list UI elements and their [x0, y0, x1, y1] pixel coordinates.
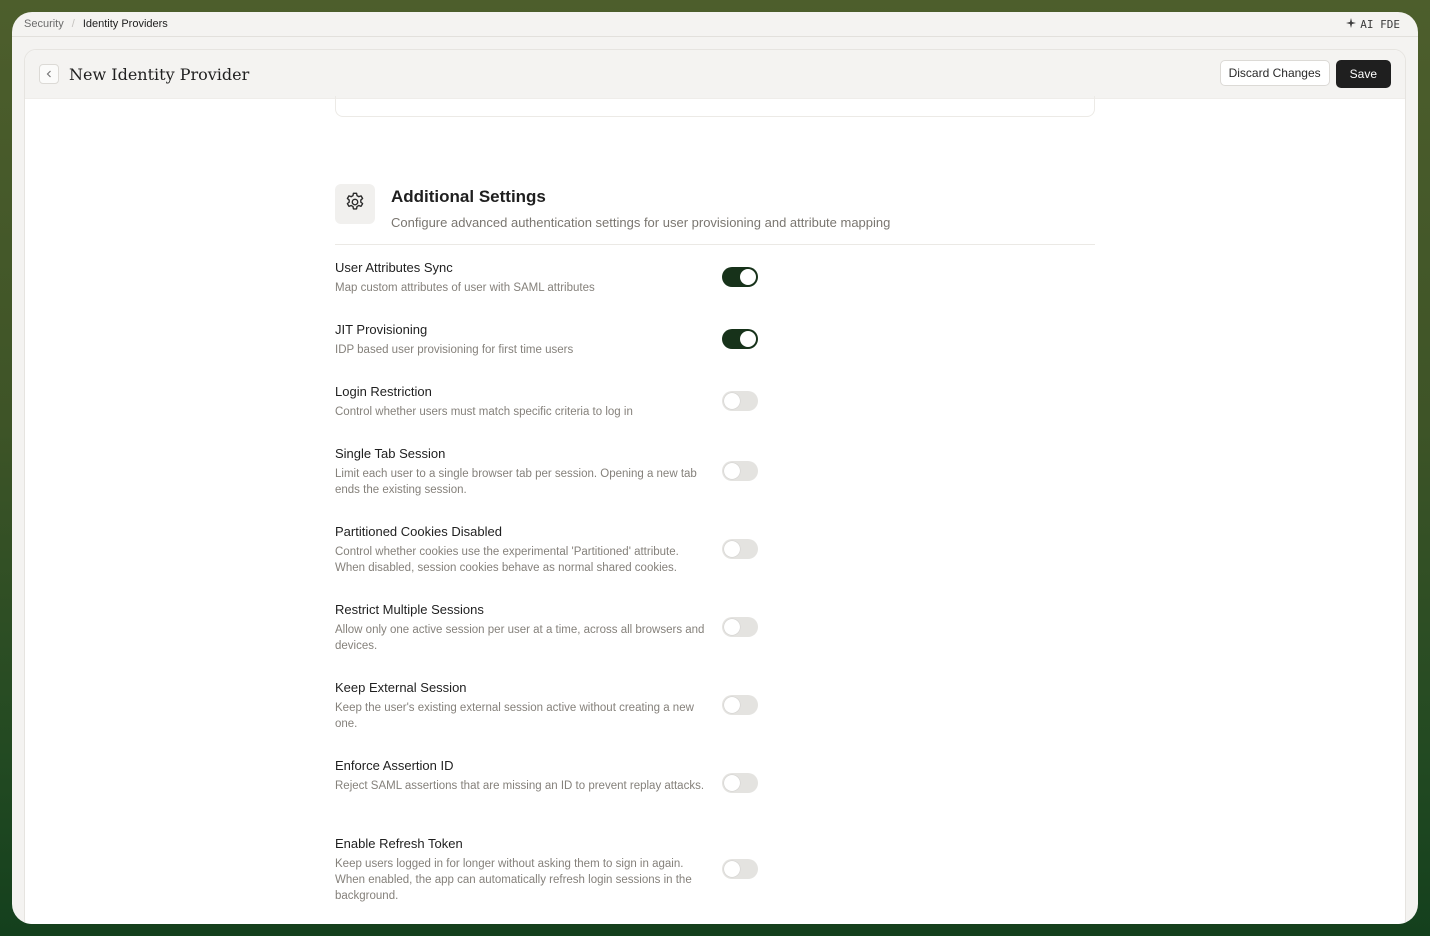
setting-title: User Attributes Sync: [335, 260, 453, 275]
setting-description: Map custom attributes of user with SAML …: [335, 282, 595, 294]
section-description: Configure advanced authentication settin…: [391, 215, 891, 230]
save-button[interactable]: Save: [1335, 60, 1391, 88]
enforce-assertion-id-toggle[interactable]: [722, 773, 758, 793]
login-restriction-toggle[interactable]: [722, 391, 758, 411]
setting-enforce-assertion-id: Enforce Assertion ID Reject SAML asserti…: [335, 758, 765, 794]
app-window: Security / Identity Providers AI FDE New…: [12, 12, 1418, 924]
page-header: New Identity Provider Discard Changes Sa…: [25, 50, 1405, 99]
discard-changes-button[interactable]: Discard Changes: [1219, 60, 1330, 86]
setting-description: Reject SAML assertions that are missing …: [335, 780, 705, 792]
setting-description: IDP based user provisioning for first ti…: [335, 344, 574, 356]
editor-card: New Identity Provider Discard Changes Sa…: [24, 49, 1406, 924]
setting-jit-provisioning: JIT Provisioning IDP based user provisio…: [335, 322, 765, 358]
setting-login-restriction: Login Restriction Control whether users …: [335, 384, 765, 420]
section-text: Additional Settings Configure advanced a…: [391, 184, 890, 230]
setting-description: Allow only one active session per user a…: [335, 624, 705, 652]
enable-refresh-token-toggle[interactable]: [722, 859, 758, 879]
chevron-left-icon: [45, 65, 53, 83]
additional-settings-section: Additional Settings Configure advanced a…: [335, 184, 1095, 245]
setting-description: Control whether users must match specifi…: [335, 406, 633, 418]
header-actions: Discard Changes Save: [1219, 60, 1391, 88]
toggle-knob: [740, 269, 756, 285]
breadcrumb-security[interactable]: Security: [24, 18, 64, 30]
section-title: Additional Settings: [391, 187, 546, 206]
setting-description: Limit each user to a single browser tab …: [335, 468, 697, 496]
gear-icon: [344, 191, 366, 218]
previous-section-box: [335, 96, 1095, 117]
jit-provisioning-toggle[interactable]: [722, 329, 758, 349]
setting-description: Keep users logged in for longer without …: [335, 858, 692, 902]
setting-title: Enforce Assertion ID: [335, 758, 454, 773]
setting-title: JIT Provisioning: [335, 322, 428, 337]
breadcrumb-separator: /: [71, 18, 75, 30]
setting-description: Control whether cookies use the experime…: [335, 546, 679, 574]
setting-title: Partitioned Cookies Disabled: [335, 524, 502, 539]
toggle-knob: [724, 541, 740, 557]
setting-user-attributes-sync: User Attributes Sync Map custom attribut…: [335, 260, 765, 296]
back-button[interactable]: [39, 64, 59, 84]
partitioned-cookies-toggle[interactable]: [722, 539, 758, 559]
setting-enable-refresh-token: Enable Refresh Token Keep users logged i…: [335, 836, 765, 904]
setting-title: Keep External Session: [335, 680, 467, 695]
toggle-knob: [724, 861, 740, 877]
setting-partitioned-cookies-disabled: Partitioned Cookies Disabled Control whe…: [335, 524, 765, 576]
setting-description: Keep the user's existing external sessio…: [335, 702, 694, 730]
setting-single-tab-session: Single Tab Session Limit each user to a …: [335, 446, 765, 498]
toggle-knob: [724, 775, 740, 791]
setting-restrict-multiple-sessions: Restrict Multiple Sessions Allow only on…: [335, 602, 765, 654]
ai-fde-button[interactable]: AI FDE: [1346, 17, 1400, 31]
top-bar: Security / Identity Providers AI FDE: [12, 12, 1418, 37]
toggle-knob: [724, 393, 740, 409]
keep-external-session-toggle[interactable]: [722, 695, 758, 715]
toggle-knob: [724, 463, 740, 479]
setting-keep-external-session: Keep External Session Keep the user's ex…: [335, 680, 765, 732]
section-icon-box: [335, 184, 375, 224]
setting-title: Enable Refresh Token: [335, 836, 463, 851]
setting-title: Restrict Multiple Sessions: [335, 602, 484, 617]
breadcrumb-identity-providers[interactable]: Identity Providers: [83, 18, 168, 30]
user-attributes-sync-toggle[interactable]: [722, 267, 758, 287]
ai-fde-label: AI FDE: [1360, 17, 1400, 31]
page-title: New Identity Provider: [69, 64, 250, 84]
toggle-knob: [724, 619, 740, 635]
section-header: Additional Settings Configure advanced a…: [335, 184, 1095, 245]
single-tab-session-toggle[interactable]: [722, 461, 758, 481]
setting-title: Single Tab Session: [335, 446, 446, 461]
toggle-knob: [740, 331, 756, 347]
toggle-knob: [724, 697, 740, 713]
setting-title: Login Restriction: [335, 384, 432, 399]
sparkle-icon: [1346, 17, 1357, 31]
restrict-multiple-sessions-toggle[interactable]: [722, 617, 758, 637]
